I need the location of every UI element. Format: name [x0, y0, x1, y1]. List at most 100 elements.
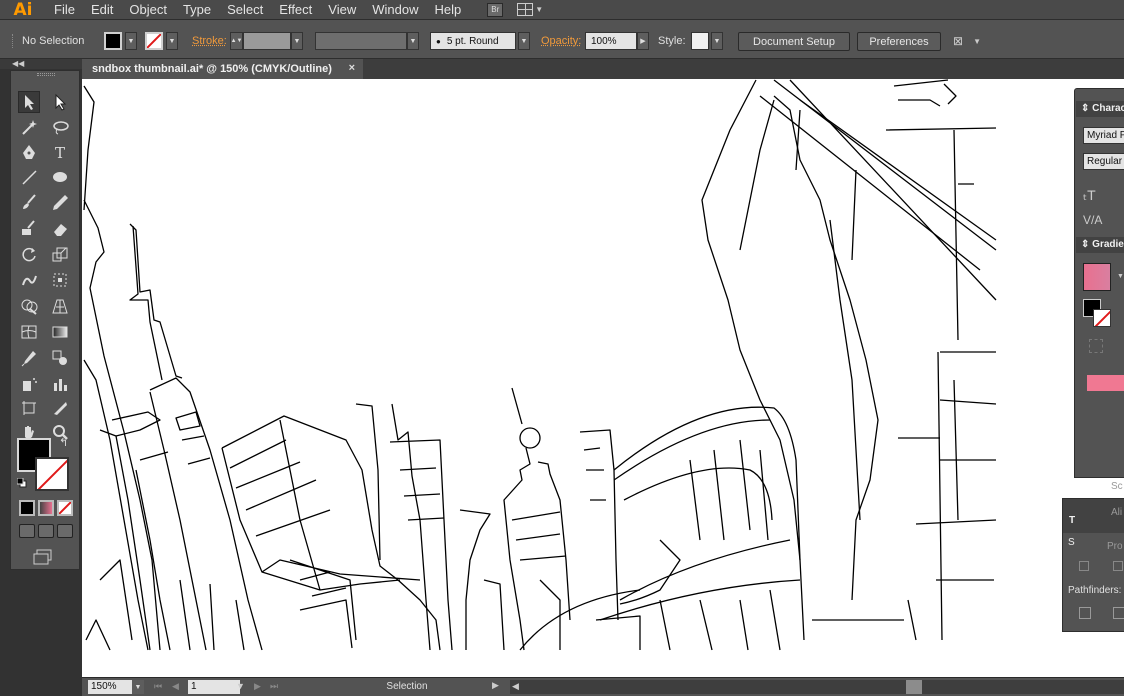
- screen-mode-icon[interactable]: [33, 549, 53, 565]
- menu-file[interactable]: File: [46, 0, 83, 20]
- pathfinder-tab-letter[interactable]: T: [1069, 515, 1075, 526]
- stroke-color-swatch[interactable]: [35, 457, 69, 491]
- character-panel-title[interactable]: ⇕ Charact: [1081, 103, 1124, 114]
- graphic-style-swatch[interactable]: [691, 32, 709, 50]
- arrange-documents-button[interactable]: ▼: [517, 3, 543, 17]
- eraser-tool[interactable]: [49, 217, 71, 239]
- fill-swatch-small[interactable]: [104, 32, 122, 50]
- gradient-panel-title[interactable]: ⇕ Gradien: [1081, 239, 1124, 250]
- menu-edit[interactable]: Edit: [83, 0, 121, 20]
- blob-brush-tool[interactable]: [18, 217, 40, 239]
- preferences-button[interactable]: Preferences: [857, 32, 941, 51]
- graphic-style-control[interactable]: ▼: [691, 32, 723, 50]
- control-bar-grip[interactable]: [12, 34, 16, 48]
- blend-tool[interactable]: [49, 347, 71, 369]
- menu-view[interactable]: View: [320, 0, 364, 20]
- artboard-canvas[interactable]: [82, 79, 1124, 677]
- font-family-field[interactable]: Myriad P: [1083, 127, 1124, 144]
- selection-tool[interactable]: [18, 91, 40, 113]
- first-artboard-icon[interactable]: ⏮: [154, 681, 162, 692]
- line-tool[interactable]: [18, 166, 40, 188]
- menu-object[interactable]: Object: [121, 0, 175, 20]
- draw-inside-button[interactable]: [57, 524, 73, 538]
- ellipse-tool[interactable]: [49, 166, 71, 188]
- chevron-right-icon[interactable]: ▶: [637, 32, 649, 50]
- shape-builder-tool[interactable]: [18, 295, 40, 317]
- chevron-right-icon[interactable]: ▶: [492, 680, 499, 691]
- draw-behind-button[interactable]: [38, 524, 54, 538]
- no-stroke-swatch[interactable]: [145, 32, 163, 50]
- close-icon[interactable]: ×: [349, 62, 355, 74]
- gradient-swatch[interactable]: [1083, 263, 1111, 291]
- chevron-down-icon[interactable]: ▼: [132, 680, 144, 694]
- status-text[interactable]: Selection: [322, 681, 492, 692]
- gradient-mode-button[interactable]: [38, 500, 54, 516]
- menu-type[interactable]: Type: [175, 0, 219, 20]
- menu-window[interactable]: Window: [364, 0, 426, 20]
- font-style-field[interactable]: Regular: [1083, 153, 1124, 170]
- opacity-control[interactable]: 100% ▶: [585, 32, 649, 50]
- next-artboard-icon[interactable]: ▶: [254, 681, 261, 692]
- opacity-label[interactable]: Opacity:: [541, 32, 581, 50]
- panel-grip[interactable]: [37, 73, 55, 76]
- stroke-label[interactable]: Stroke:: [192, 32, 227, 50]
- brush-definition[interactable]: ● 5 pt. Round ▼: [430, 32, 530, 50]
- rotate-tool[interactable]: [18, 243, 40, 265]
- width-profile-field[interactable]: [315, 32, 407, 50]
- trim-icon[interactable]: [1113, 607, 1124, 619]
- gradient-stroke-swatch[interactable]: [1093, 309, 1111, 327]
- chevron-down-icon[interactable]: ▼: [236, 681, 245, 691]
- artboard-tool[interactable]: [18, 397, 40, 419]
- menu-select[interactable]: Select: [219, 0, 271, 20]
- swap-fill-stroke-icon[interactable]: ↰: [59, 436, 68, 449]
- warp-tool[interactable]: [18, 269, 40, 291]
- draw-normal-button[interactable]: [19, 524, 35, 538]
- menu-help[interactable]: Help: [426, 0, 469, 20]
- default-colors-icon[interactable]: [17, 478, 27, 488]
- fill-color-control[interactable]: ▼: [104, 32, 137, 50]
- stroke-weight-field[interactable]: [243, 32, 291, 50]
- pen-tool[interactable]: [18, 141, 40, 163]
- paintbrush-tool[interactable]: [18, 191, 40, 213]
- free-transform-tool[interactable]: [49, 269, 71, 291]
- eyedropper-tool[interactable]: [18, 347, 40, 369]
- stroke-color-control[interactable]: ▼: [145, 32, 178, 50]
- magic-wand-tool[interactable]: [18, 116, 40, 138]
- previous-artboard-icon[interactable]: ◀: [172, 681, 179, 692]
- chevron-down-icon[interactable]: ▼: [1117, 273, 1124, 280]
- opacity-field[interactable]: 100%: [585, 32, 637, 50]
- document-tab[interactable]: sndbox thumbnail.ai* @ 150% (CMYK/Outlin…: [82, 59, 363, 79]
- unite-icon[interactable]: [1079, 561, 1089, 571]
- lasso-tool[interactable]: [49, 116, 71, 138]
- collapse-arrows-icon[interactable]: ◀◀: [12, 59, 24, 68]
- chevron-down-icon[interactable]: ▼: [291, 32, 303, 50]
- artboard-number-field[interactable]: 1: [188, 680, 240, 694]
- chevron-down-icon[interactable]: ▼: [125, 32, 137, 50]
- color-mode-button[interactable]: [19, 500, 35, 516]
- direct-selection-tool[interactable]: [49, 91, 71, 113]
- symbol-sprayer-tool[interactable]: [18, 373, 40, 395]
- reverse-gradient-icon[interactable]: [1089, 339, 1103, 353]
- slice-tool[interactable]: [49, 397, 71, 419]
- chevron-down-icon[interactable]: ▼: [166, 32, 178, 50]
- gradient-slider-bar[interactable]: [1087, 375, 1124, 391]
- chevron-down-icon[interactable]: ▼: [518, 32, 530, 50]
- last-artboard-icon[interactable]: ⏭: [270, 681, 278, 692]
- minus-front-icon[interactable]: [1113, 561, 1123, 571]
- menu-effect[interactable]: Effect: [271, 0, 320, 20]
- control-panel-menu[interactable]: ⊠ ▼: [953, 32, 981, 50]
- scale-tool[interactable]: [49, 243, 71, 265]
- stroke-weight-control[interactable]: ▲▼ ▼: [230, 32, 303, 50]
- chevron-down-icon[interactable]: ▼: [711, 32, 723, 50]
- column-graph-tool[interactable]: [49, 373, 71, 395]
- gradient-tool[interactable]: [49, 321, 71, 343]
- pencil-tool[interactable]: [49, 191, 71, 213]
- perspective-grid-tool[interactable]: [49, 295, 71, 317]
- none-mode-button[interactable]: [57, 500, 73, 516]
- mesh-tool[interactable]: [18, 321, 40, 343]
- scroll-left-icon[interactable]: ◀: [512, 681, 519, 692]
- brush-field[interactable]: ● 5 pt. Round: [430, 32, 516, 50]
- type-tool[interactable]: T: [49, 141, 71, 163]
- stepper-icon[interactable]: ▲▼: [230, 32, 243, 50]
- horizontal-scrollbar[interactable]: ◀: [510, 680, 1124, 694]
